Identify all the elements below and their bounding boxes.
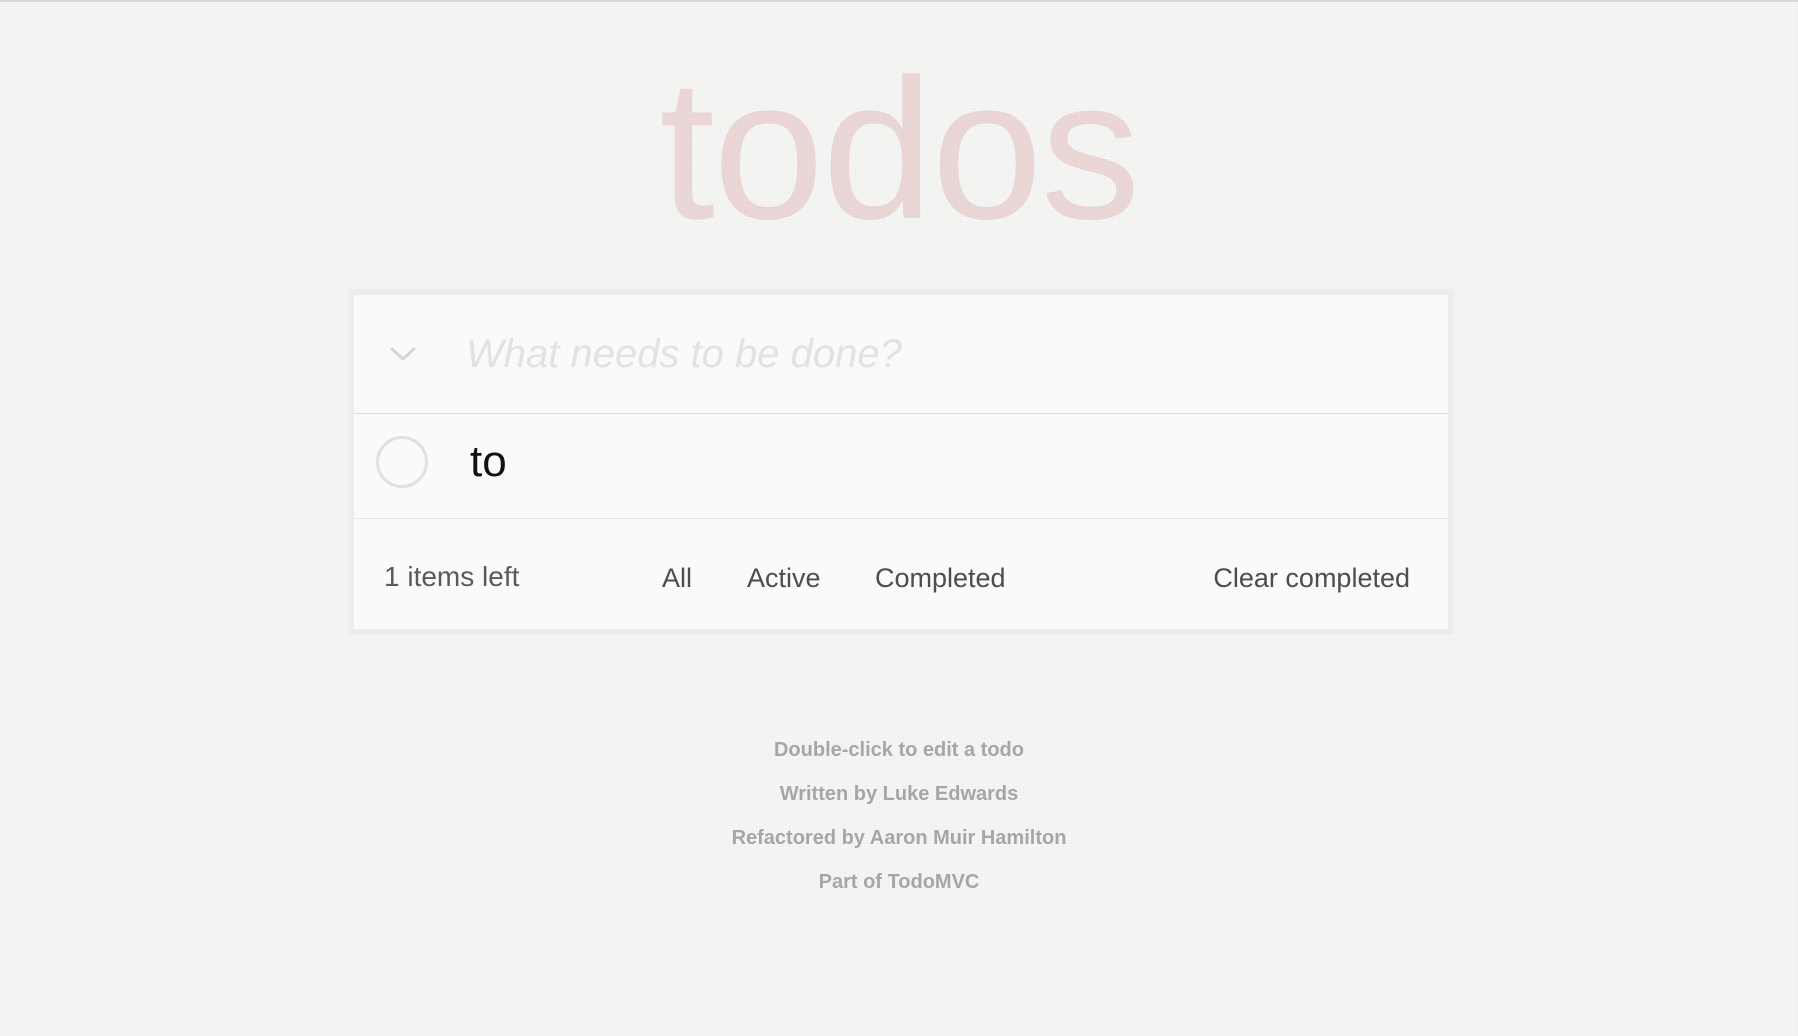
edit-hint: Double-click to edit a todo <box>773 739 1024 761</box>
items-left-count: 1 items left <box>384 561 520 592</box>
todo-list-item[interactable]: to <box>354 414 1448 519</box>
filter-all-link[interactable]: All <box>662 563 692 594</box>
info-footer: Double-click to edit a todo Written by L… <box>0 734 1798 910</box>
todo-footer: 1 items left All Active Completed Clear … <box>354 519 1448 629</box>
part-of-todomvc: Part of TodoMVC <box>818 871 980 893</box>
chevron-down-icon <box>390 347 416 361</box>
todo-label[interactable]: to <box>470 434 507 490</box>
written-by-credit: Written by Luke Edwards <box>779 783 1019 805</box>
refactored-by-credit: Refactored by Aaron Muir Hamilton <box>731 827 1067 849</box>
filter-active-link[interactable]: Active <box>747 563 821 594</box>
clear-completed-button[interactable]: Clear completed <box>1213 563 1410 594</box>
app-title: todos <box>659 38 1140 261</box>
filter-completed-link[interactable]: Completed <box>875 563 1006 594</box>
todo-toggle-checkbox[interactable] <box>376 436 428 488</box>
toggle-all-button[interactable] <box>384 335 422 373</box>
new-todo-input[interactable] <box>464 317 1418 391</box>
todo-app-panel: to 1 items left All Active Completed Cle… <box>349 290 1453 634</box>
new-todo-header <box>354 295 1448 414</box>
